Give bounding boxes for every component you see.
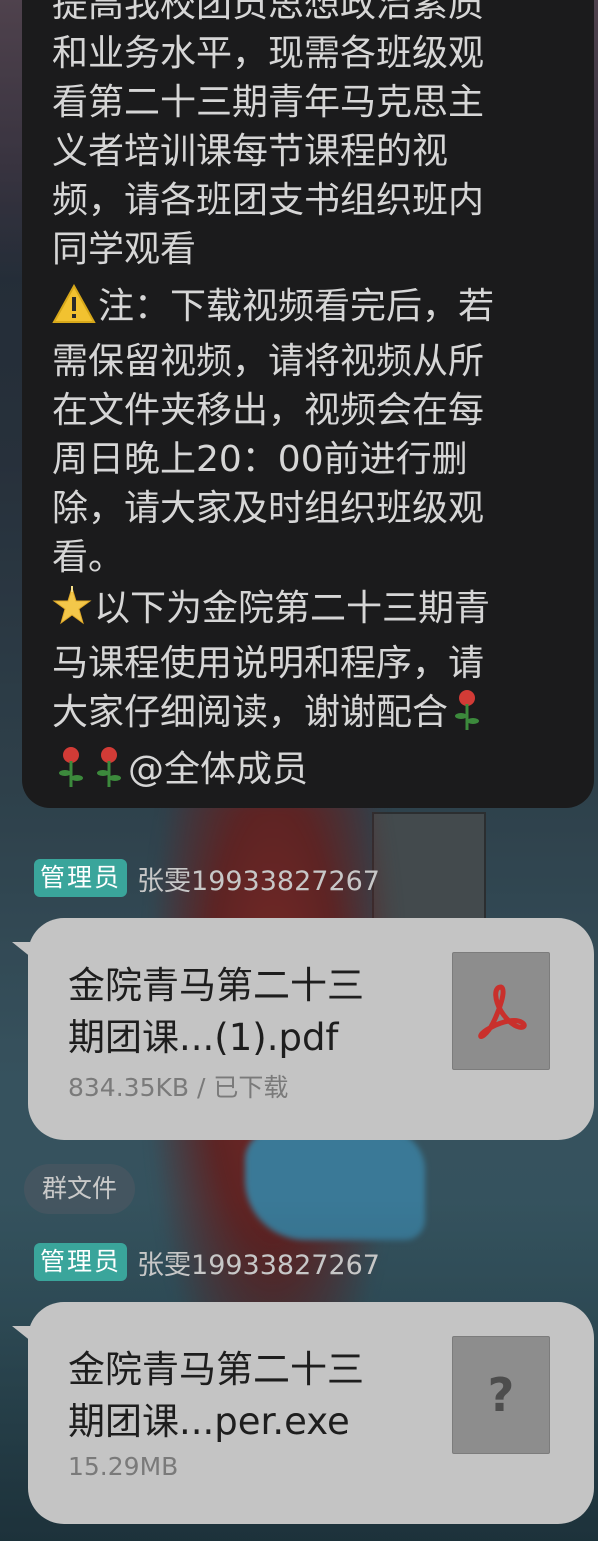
unknown-file-icon: ? xyxy=(452,1336,550,1454)
pdf-file-message[interactable]: 金院青马第二十三 期团课...(1).pdf 834.35KB / 已下载 xyxy=(12,918,594,1140)
file-size-status: 834.35KB / 已下载 xyxy=(68,1073,289,1102)
rose-icon xyxy=(94,745,124,802)
sender-line: 管理员 张雯19933827267 xyxy=(34,1243,380,1281)
sender-name[interactable]: 张雯19933827267 xyxy=(137,859,380,898)
pdf-icon xyxy=(452,952,550,1070)
announcement-paragraph-3: 以下为金院第二十三期青 马课程使用说明和程序，请 大家仔细阅读，谢谢配合 @全体… xyxy=(52,584,562,802)
chat-screen: 提高我校团员思想政治素质 和业务水平，现需各班级观 看第二十三期青年马克思主 义… xyxy=(0,0,598,1541)
sender-name[interactable]: 张雯19933827267 xyxy=(137,1243,380,1282)
exe-file-message[interactable]: 金院青马第二十三 期团课...per.exe 15.29MB ? xyxy=(12,1302,594,1524)
sender-line: 管理员 张雯19933827267 xyxy=(34,859,380,897)
rose-icon xyxy=(56,745,86,802)
file-name: 金院青马第二十三 期团课...per.exe xyxy=(68,1348,364,1443)
file-size: 15.29MB xyxy=(68,1452,179,1481)
announcement-paragraph-1: 提高我校团员思想政治素质 和业务水平，现需各班级观 看第二十三期青年马克思主 义… xyxy=(52,0,485,270)
group-files-label[interactable]: 群文件 xyxy=(24,1164,136,1214)
announcement-paragraph-2: 注：下载视频看完后，若 需保留视频，请将视频从所 在文件夹移出，视频会在每 周日… xyxy=(52,282,562,582)
file-name: 金院青马第二十三 期团课...(1).pdf xyxy=(68,964,364,1059)
star-icon xyxy=(52,586,92,639)
bubble-tail xyxy=(12,942,32,958)
admin-badge: 管理员 xyxy=(34,859,128,897)
mention-all[interactable]: @全体成员 xyxy=(128,749,308,790)
announcement-paragraph-3-text: 以下为金院第二十三期青 马课程使用说明和程序，请 大家仔细阅读，谢谢配合 xyxy=(52,588,491,733)
rose-icon xyxy=(452,688,482,745)
announcement-paragraph-2-text: 注：下载视频看完后，若 需保留视频，请将视频从所 在文件夹移出，视频会在每 周日… xyxy=(52,286,495,578)
admin-badge: 管理员 xyxy=(34,1243,128,1281)
question-mark-icon: ? xyxy=(487,1368,515,1422)
bubble-tail xyxy=(12,1326,32,1342)
warning-icon xyxy=(52,283,96,337)
